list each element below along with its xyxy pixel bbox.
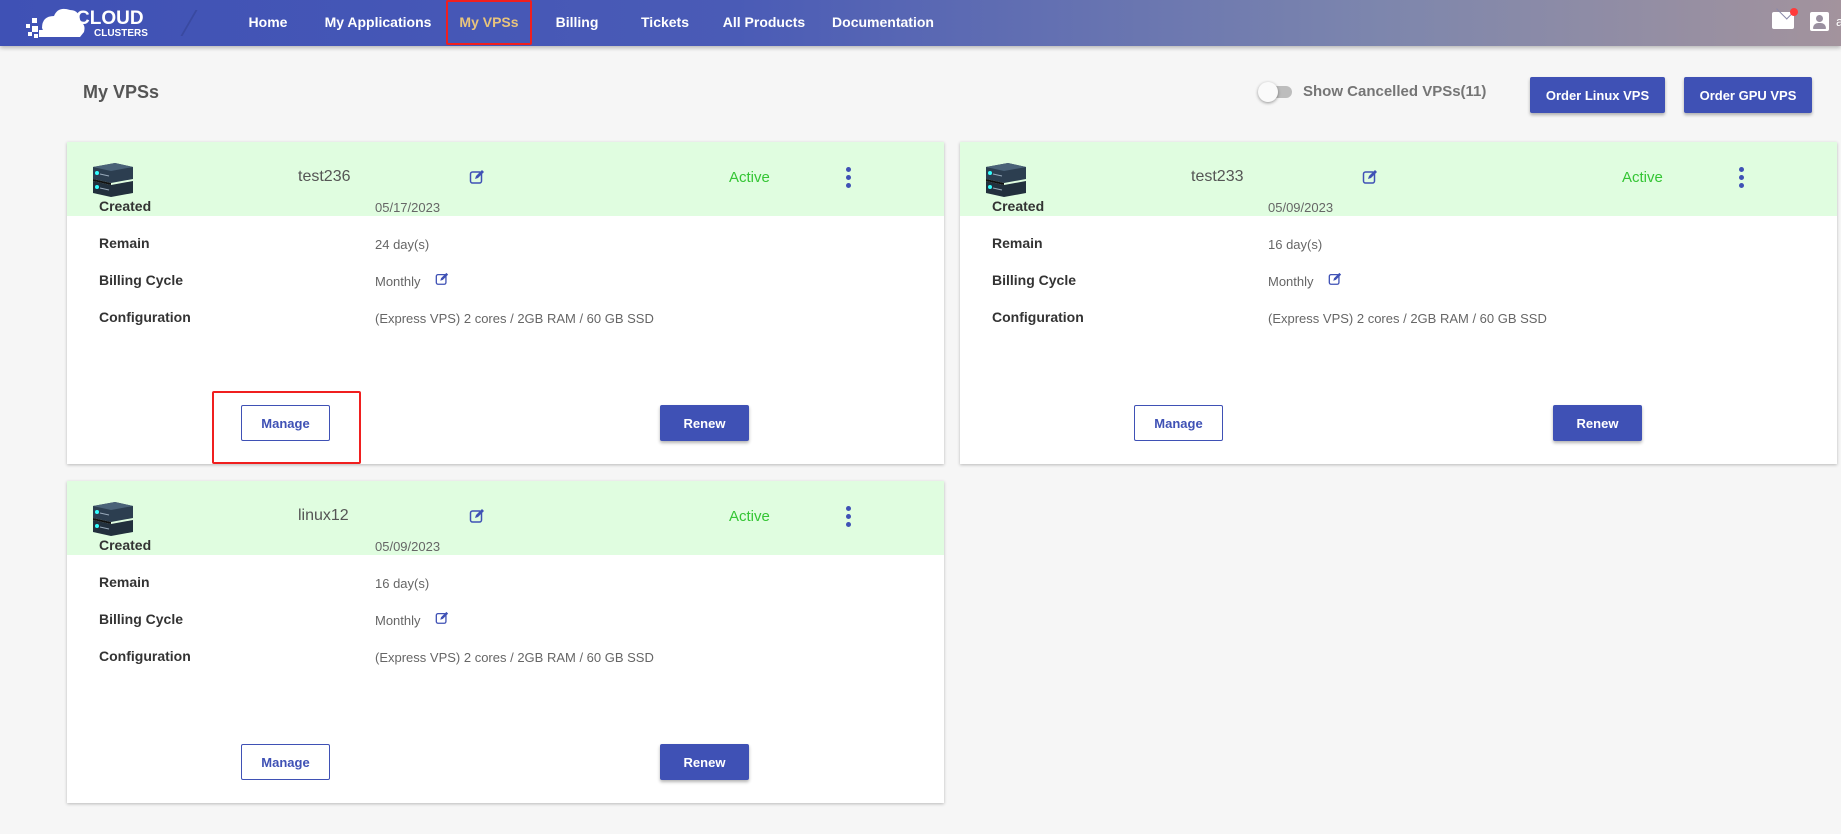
vps-name: test236 bbox=[298, 168, 351, 185]
remain-label: Remain bbox=[99, 574, 150, 590]
renew-button[interactable]: Renew bbox=[660, 744, 749, 780]
billing-cycle-label: Billing Cycle bbox=[99, 272, 184, 288]
vps-card: test233 Active Created 05/09/2023 Remain… bbox=[960, 142, 1837, 464]
nav-my-applications[interactable]: My Applications bbox=[318, 0, 438, 44]
created-label: Created bbox=[992, 198, 1045, 214]
billing-cycle-value: Monthly bbox=[1268, 274, 1314, 289]
vps-card-header: linux12 Active bbox=[67, 481, 944, 555]
renew-button[interactable]: Renew bbox=[1553, 405, 1642, 441]
remain-value: 16 day(s) bbox=[375, 576, 430, 591]
configuration-label: Configuration bbox=[99, 309, 191, 325]
remain-label: Remain bbox=[992, 235, 1043, 251]
edit-name-icon[interactable] bbox=[1362, 169, 1378, 185]
logo-divider bbox=[180, 10, 198, 36]
created-value: 05/09/2023 bbox=[375, 539, 441, 554]
remain-label: Remain bbox=[99, 235, 150, 251]
billing-cycle-label: Billing Cycle bbox=[99, 611, 184, 627]
server-icon bbox=[986, 163, 1026, 197]
created-label: Created bbox=[99, 198, 152, 214]
user-account-icon[interactable] bbox=[1810, 12, 1829, 31]
created-value: 05/17/2023 bbox=[375, 200, 441, 215]
top-navigation-bar: CLOUD CLUSTERS Home My Applications My V… bbox=[0, 0, 1841, 46]
edit-billing-cycle-icon[interactable] bbox=[435, 272, 449, 286]
billing-cycle-label: Billing Cycle bbox=[992, 272, 1077, 288]
vps-name: linux12 bbox=[298, 507, 349, 524]
nav-tickets[interactable]: Tickets bbox=[630, 0, 700, 44]
nav-billing[interactable]: Billing bbox=[547, 0, 607, 44]
created-value: 05/09/2023 bbox=[1268, 200, 1334, 215]
status-badge: Active bbox=[729, 508, 770, 525]
server-icon bbox=[93, 163, 133, 197]
edit-name-icon[interactable] bbox=[469, 508, 485, 524]
more-options-icon[interactable] bbox=[843, 506, 853, 528]
created-label: Created bbox=[99, 537, 152, 553]
nav-documentation[interactable]: Documentation bbox=[826, 0, 940, 44]
status-badge: Active bbox=[729, 169, 770, 186]
svg-text:CLOUD: CLOUD bbox=[76, 8, 144, 29]
page-title: My VPSs bbox=[83, 82, 160, 102]
svg-text:CLUSTERS: CLUSTERS bbox=[94, 28, 148, 39]
vps-card: linux12 Active Created 05/09/2023 Remain… bbox=[67, 481, 944, 803]
order-linux-vps-button[interactable]: Order Linux VPS bbox=[1530, 77, 1665, 113]
order-gpu-vps-button[interactable]: Order GPU VPS bbox=[1684, 77, 1812, 113]
configuration-value: (Express VPS) 2 cores / 2GB RAM / 60 GB … bbox=[375, 650, 654, 665]
nav-home[interactable]: Home bbox=[238, 0, 298, 44]
vps-name: test233 bbox=[1191, 168, 1244, 185]
server-icon bbox=[93, 502, 133, 536]
user-name[interactable]: a bbox=[1836, 14, 1841, 29]
edit-billing-cycle-icon[interactable] bbox=[1328, 272, 1342, 286]
manage-button[interactable]: Manage bbox=[1134, 405, 1223, 441]
edit-name-icon[interactable] bbox=[469, 169, 485, 185]
show-cancelled-toggle[interactable] bbox=[1258, 82, 1294, 102]
remain-value: 16 day(s) bbox=[1268, 237, 1323, 252]
show-cancelled-label: Show Cancelled VPSs(11) bbox=[1303, 83, 1487, 100]
remain-value: 24 day(s) bbox=[375, 237, 430, 252]
edit-billing-cycle-icon[interactable] bbox=[435, 611, 449, 625]
cloud-clusters-logo[interactable]: CLOUD CLUSTERS bbox=[24, 4, 174, 42]
manage-button[interactable]: Manage bbox=[241, 405, 330, 441]
nav-all-products[interactable]: All Products bbox=[715, 0, 813, 44]
notification-badge bbox=[1790, 8, 1798, 16]
renew-button[interactable]: Renew bbox=[660, 405, 749, 441]
configuration-value: (Express VPS) 2 cores / 2GB RAM / 60 GB … bbox=[375, 311, 654, 326]
more-options-icon[interactable] bbox=[1736, 167, 1746, 189]
status-badge: Active bbox=[1622, 169, 1663, 186]
configuration-label: Configuration bbox=[99, 648, 191, 664]
vps-card: test236 Active Created 05/17/2023 Remain… bbox=[67, 142, 944, 464]
more-options-icon[interactable] bbox=[843, 167, 853, 189]
nav-my-vpss[interactable]: My VPSs bbox=[448, 0, 530, 44]
vps-card-header: test233 Active bbox=[960, 142, 1837, 216]
vps-card-header: test236 Active bbox=[67, 142, 944, 216]
manage-button[interactable]: Manage bbox=[241, 744, 330, 780]
configuration-label: Configuration bbox=[992, 309, 1084, 325]
configuration-value: (Express VPS) 2 cores / 2GB RAM / 60 GB … bbox=[1268, 311, 1547, 326]
billing-cycle-value: Monthly bbox=[375, 274, 421, 289]
billing-cycle-value: Monthly bbox=[375, 613, 421, 628]
